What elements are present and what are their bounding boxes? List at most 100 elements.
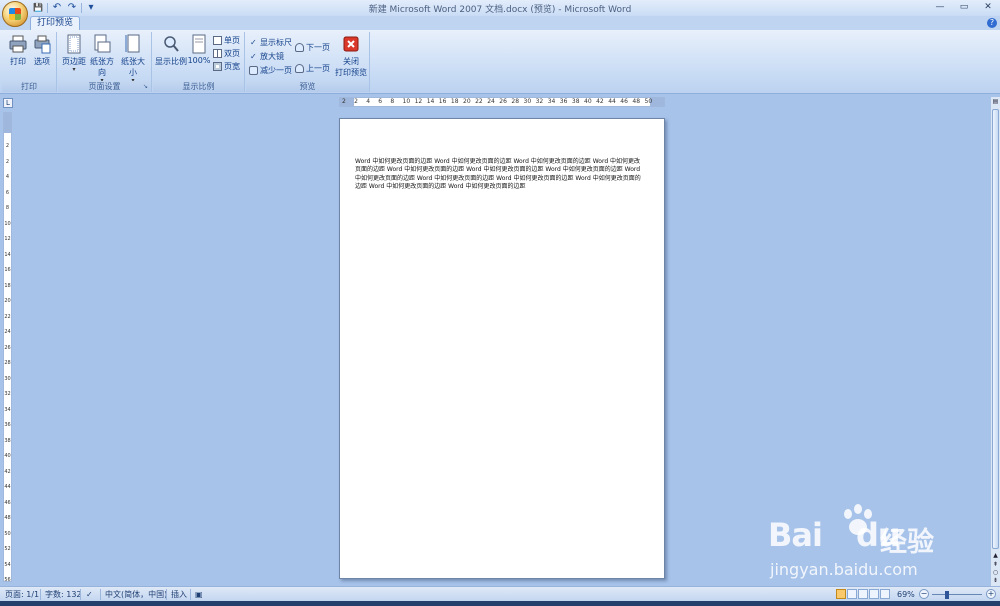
scrollbar-thumb[interactable] [992,109,999,549]
office-button[interactable] [2,1,28,27]
group-print: 打印 选项 打印 [2,32,57,92]
previous-page-icon [295,64,304,73]
show-ruler-checkbox[interactable]: ✓ 显示标尺 [250,37,292,48]
browse-object-icon[interactable]: ○ [992,569,999,577]
ruler-number: 10 [402,98,411,105]
web-layout-icon[interactable] [858,589,868,599]
close-print-preview-button[interactable]: 关闭 打印预览 [334,34,368,78]
vertical-ruler[interactable]: 2 2 4 6 8 10 12 14 16 18 20 22 24 26 28 30 32 34 36 38 40 42 4… [3,112,12,583]
scroll-up-icon[interactable]: ▲ [992,552,999,560]
next-page-label: 下一页 [306,43,330,52]
prev-page-scroll-icon[interactable]: ⇞ [992,561,999,569]
ruler-margin-top [4,113,11,133]
zoom-button[interactable]: 显示比例 [154,34,188,67]
ruler-toggle-icon[interactable]: ▤ [992,98,999,106]
status-bar: 页面: 1/1 字数: 132 ✓ 中文(简体，中国) 插入 ▣ 69% − + [0,586,1000,601]
magnifier-checkbox[interactable]: ✓ 放大镜 [250,51,284,62]
ruler-number: 30 [4,375,11,382]
margins-label: 页边距 [62,57,86,66]
ruler-number: 42 [596,98,604,105]
next-page-button[interactable]: 下一页 [295,42,330,53]
ruler-number: 30 [523,98,532,105]
zoom-out-button[interactable]: − [919,589,929,599]
help-icon[interactable]: ? [987,18,997,28]
window-title: 新建 Microsoft Word 2007 文档.docx (预览) - Mi… [368,5,632,15]
ruler-number: 36 [4,422,11,428]
shrink-one-page-button[interactable]: 减少一页 [249,65,292,76]
tab-print-preview[interactable]: 打印预览 [30,16,81,30]
save-icon[interactable]: 💾 [32,2,44,14]
ruler-number: 32 [535,98,544,105]
printer-icon [9,35,27,53]
margins-button[interactable]: 页边距 ▾ [60,34,88,73]
next-page-scroll-icon[interactable]: ⇟ [992,577,999,585]
zoom-slider-track[interactable] [932,594,982,595]
ruler-number: 8 [390,98,395,105]
ruler-number: 2 [5,158,10,165]
window-controls: — ▭ ✕ [928,0,1000,15]
horizontal-ruler[interactable]: 2 2 4 6 8 10 12 14 16 18 20 22 24 26 28 30 32 34 36 38 40 42 4… [339,97,665,107]
document-text[interactable]: Word 中如何更改页面的边距 Word 中如何更改页面的边距 Word 中如何… [355,158,646,192]
quick-access-toolbar: 💾 ↶ ↷ ▾ [32,1,97,14]
ruler-number: 48 [632,98,641,105]
ruler-number: 28 [511,98,520,105]
zoom-level[interactable]: 69% [897,589,915,600]
zoom-slider-thumb[interactable] [945,591,949,599]
ribbon-tab-bar: 打印预览 ? [0,16,1000,30]
previous-page-button[interactable]: 上一页 [295,63,330,74]
office-logo-icon [9,8,21,20]
zoom-100-button[interactable]: 100% [187,34,211,65]
paper-size-button[interactable]: 纸张大小 ▾ [118,34,148,84]
close-window-button[interactable]: ✕ [976,0,1000,15]
show-ruler-label: 显示标尺 [260,38,292,47]
ruler-number: 50 [4,530,11,537]
ruler-number: 46 [620,98,628,105]
redo-icon[interactable]: ↷ [66,2,78,14]
ruler-number: 40 [4,453,11,459]
dialog-launcher-icon[interactable]: ↘ [143,84,149,90]
ruler-number: 20 [463,98,471,105]
status-language[interactable]: 中文(简体，中国) [105,589,167,600]
macro-record-icon[interactable]: ▣ [195,589,203,600]
two-pages-button[interactable]: 双页 [213,48,240,59]
print-options-icon [34,35,51,54]
minimize-button[interactable]: — [928,0,952,15]
full-screen-reading-icon[interactable] [847,589,857,599]
paper-size-icon [125,34,140,53]
baidu-jingyan-watermark: Bai du 经验 jingyan.baidu.com [768,498,958,588]
options-button[interactable]: 选项 [28,34,56,67]
proofing-icon[interactable]: ✓ [86,589,93,600]
margins-icon [67,34,81,54]
watermark-url: jingyan.baidu.com [770,560,918,579]
page-width-label: 页宽 [224,62,240,71]
status-insert-mode[interactable]: 插入 [171,589,187,600]
one-page-label: 单页 [224,36,240,45]
zoom-100-label: 100% [187,56,211,65]
ruler-number: 12 [4,236,11,242]
tab-selector-icon[interactable]: L [3,98,13,108]
ruler-number: 28 [4,360,11,366]
close-red-icon [343,36,359,52]
status-separator [80,589,81,600]
draft-view-icon[interactable] [880,589,890,599]
orientation-button[interactable]: 纸张方向 ▾ [87,34,117,84]
ruler-number: 24 [4,329,11,335]
status-word-count[interactable]: 字数: 132 [45,589,82,600]
ruler-number: 36 [559,98,568,105]
customize-qat-icon[interactable]: ▾ [85,2,97,14]
zoom-in-button[interactable]: + [986,589,996,599]
document-page[interactable]: Word 中如何更改页面的边距 Word 中如何更改页面的边距 Word 中如何… [339,118,665,579]
undo-icon[interactable]: ↶ [51,2,63,14]
vertical-scrollbar[interactable]: ▤ ▲ ⇞ ○ ⇟ [990,97,1000,586]
status-page[interactable]: 页面: 1/1 [5,589,39,600]
ruler-number: 6 [378,98,383,105]
one-page-button[interactable]: 单页 [213,35,240,46]
page-width-button[interactable]: 页宽 [213,61,240,72]
outline-view-icon[interactable] [869,589,879,599]
print-layout-view-icon[interactable] [836,589,846,599]
ruler-number: 8 [5,205,10,211]
ruler-number: 6 [5,189,10,196]
shrink-label: 减少一页 [260,66,292,75]
taskbar-strip [0,601,1000,606]
maximize-button[interactable]: ▭ [952,0,976,15]
